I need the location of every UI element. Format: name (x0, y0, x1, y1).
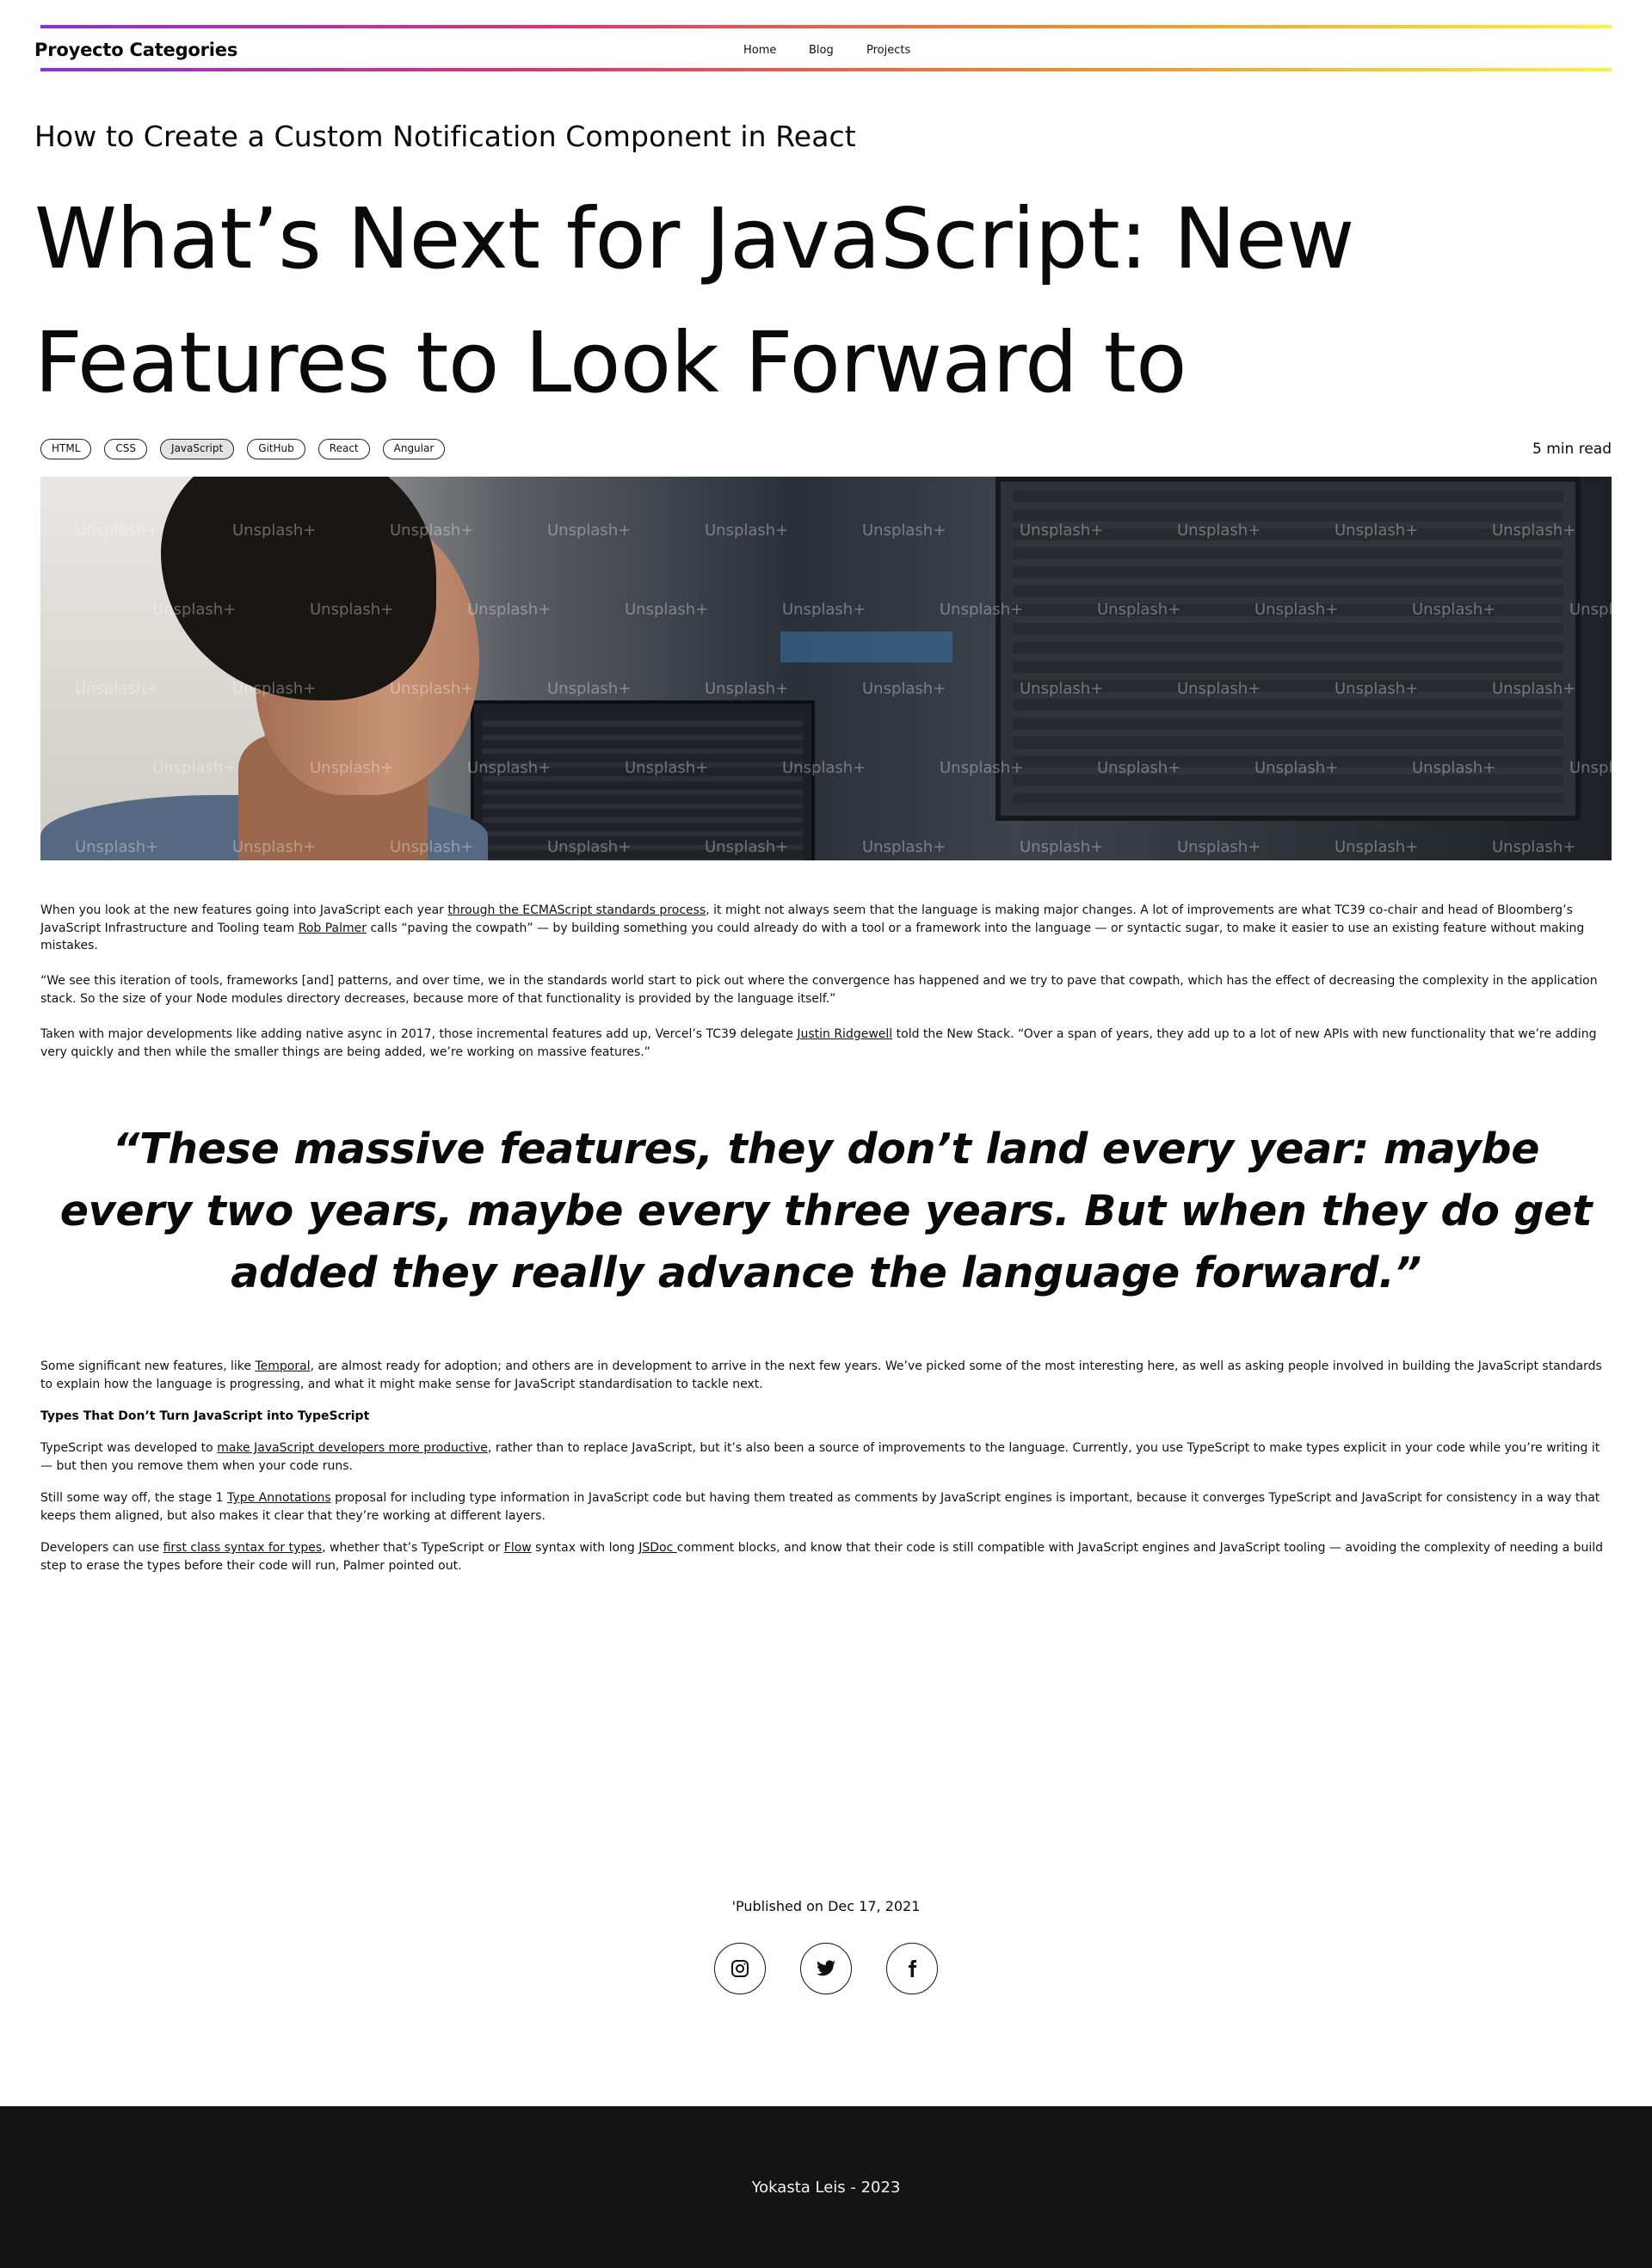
tag-list: HTML CSS JavaScript GitHub React Angular (40, 439, 446, 459)
watermark-text: Unsplash+ (467, 601, 552, 619)
hero-image: Unsplash+ Unsplash+ Unsplash+ Unsplash+ Unsp… (40, 477, 1612, 860)
watermark-text: Unsplash+ (547, 521, 632, 539)
published-date: 'Published on Dec 17, 2021 (731, 1898, 921, 1914)
watermark-text: Unsplash+ (1177, 680, 1261, 698)
watermark-text: Unsplash+ (547, 838, 632, 856)
flow-link[interactable]: Flow (504, 1541, 532, 1555)
watermark-text: Unsplash+ (1254, 759, 1339, 777)
pull-quote: “These massive features, they don’t land… (59, 1125, 1593, 1297)
site-footer: Yokasta Leis - 2023 (0, 2106, 1652, 2268)
watermark-text: Unsplash+ (390, 521, 474, 539)
watermark-text: Unsplash+ (1492, 680, 1576, 698)
header-gradient-bottom (40, 68, 1612, 71)
watermark-text: Unsplash+ (232, 838, 317, 856)
watermark-text: Unsplash+ (1569, 601, 1612, 619)
first-class-syntax-link[interactable]: first class syntax for types (163, 1541, 323, 1555)
header-gradient-top (40, 25, 1612, 28)
ecmascript-process-link[interactable]: through the ECMAScript standards process (447, 903, 706, 917)
watermark-text: Unsplash+ (705, 521, 789, 539)
watermark-text: Unsplash+ (1335, 838, 1419, 856)
watermark-text: Unsplash+ (862, 521, 946, 539)
instagram-button[interactable] (714, 1943, 766, 1994)
watermark-text: Unsplash+ (1569, 759, 1612, 777)
watermark-text: Unsplash+ (152, 759, 237, 777)
paragraph-7: Developers can use first class syntax fo… (40, 1541, 1604, 1573)
watermark-text: Unsplash+ (1177, 838, 1261, 856)
watermark-text: Unsplash+ (310, 759, 394, 777)
watermark-text: Unsplash+ (232, 521, 317, 539)
twitter-icon (817, 1960, 835, 1976)
watermark-text: Unsplash+ (625, 759, 709, 777)
paragraph-1: When you look at the new features going … (40, 903, 1585, 952)
nav-projects-link[interactable]: Projects (866, 43, 910, 59)
jsdoc-link[interactable]: JSDoc (638, 1541, 677, 1555)
watermark-text: Unsplash+ (75, 680, 159, 698)
paragraph-4: Some significant new features, like Temp… (40, 1359, 1602, 1391)
watermark-text: Unsplash+ (1412, 759, 1496, 777)
tag-angular[interactable]: Angular (382, 439, 446, 459)
watermark-text: Unsplash+ (1020, 521, 1104, 539)
brand-logo[interactable]: Proyecto Categories (34, 38, 237, 62)
watermark-text: Unsplash+ (75, 838, 159, 856)
watermark-text: Unsplash+ (1020, 680, 1104, 698)
watermark-text: Unsplash+ (782, 601, 866, 619)
read-time: 5 min read (1532, 441, 1612, 458)
facebook-button[interactable] (886, 1943, 938, 1994)
tag-html[interactable]: HTML (40, 439, 92, 459)
justin-ridgewell-link[interactable]: Justin Ridgewell (797, 1027, 892, 1041)
watermark-text: Unsplash+ (152, 601, 237, 619)
watermark-text: Unsplash+ (782, 759, 866, 777)
watermark-text: Unsplash+ (1254, 601, 1339, 619)
article-subtitle: How to Create a Custom Notification Comp… (34, 120, 856, 153)
watermark-text: Unsplash+ (1097, 759, 1181, 777)
watermark-text: Unsplash+ (1335, 521, 1419, 539)
watermark-text: Unsplash+ (547, 680, 632, 698)
watermark-text: Unsplash+ (862, 680, 946, 698)
page: Proyecto Categories Home Blog Projects H… (0, 0, 1652, 2268)
paragraph-3: Taken with major developments like addin… (40, 1027, 1597, 1059)
watermark-text: Unsplash+ (705, 838, 789, 856)
tag-react[interactable]: React (317, 439, 370, 459)
tag-javascript[interactable]: JavaScript (160, 439, 235, 459)
watermark-text: Unsplash+ (467, 759, 552, 777)
watermark-text: Unsplash+ (940, 601, 1024, 619)
watermark-text: Unsplash+ (1097, 601, 1181, 619)
watermark-text: Unsplash+ (75, 521, 159, 539)
paragraph-5: TypeScript was developed to make JavaScr… (40, 1441, 1600, 1473)
social-links (714, 1943, 938, 1994)
watermark-text: Unsplash+ (310, 601, 394, 619)
footer-text: Yokasta Leis - 2023 (751, 2179, 901, 2197)
facebook-icon (909, 1960, 917, 1977)
watermark-text: Unsplash+ (1335, 680, 1419, 698)
watermark-text: Unsplash+ (1177, 521, 1261, 539)
paragraph-2: “We see this iteration of tools, framewo… (40, 974, 1598, 1006)
watermark-text: Unsplash+ (1412, 601, 1496, 619)
type-annotations-link[interactable]: Type Annotations (227, 1491, 331, 1505)
site-header: Proyecto Categories Home Blog Projects (0, 0, 1652, 86)
temporal-link[interactable]: Temporal (255, 1359, 310, 1373)
watermark-text: Unsplash+ (232, 680, 317, 698)
instagram-icon (731, 1960, 749, 1977)
watermark-text: Unsplash+ (1492, 838, 1576, 856)
watermark-text: Unsplash+ (390, 838, 474, 856)
section-heading: Types That Don’t Turn JavaScript into Ty… (40, 1409, 370, 1423)
watermark-text: Unsplash+ (1020, 838, 1104, 856)
watermark-text: Unsplash+ (625, 601, 709, 619)
paragraph-6: Still some way off, the stage 1 Type Ann… (40, 1491, 1600, 1523)
article-title: What’s Next for JavaScript: New Features… (34, 190, 1354, 411)
watermark-text: Unsplash+ (862, 838, 946, 856)
nav-home-link[interactable]: Home (743, 43, 809, 59)
tag-github[interactable]: GitHub (247, 439, 305, 459)
rob-palmer-link[interactable]: Rob Palmer (299, 921, 367, 935)
watermark-text: Unsplash+ (390, 680, 474, 698)
watermark-text: Unsplash+ (705, 680, 789, 698)
watermark-text: Unsplash+ (940, 759, 1024, 777)
twitter-button[interactable] (800, 1943, 852, 1994)
main-nav: Home Blog Projects (743, 43, 910, 59)
watermark-text: Unsplash+ (1492, 521, 1576, 539)
tag-css[interactable]: CSS (104, 439, 148, 459)
productive-link[interactable]: make JavaScript developers more producti… (217, 1441, 488, 1455)
nav-blog-link[interactable]: Blog (809, 43, 866, 59)
